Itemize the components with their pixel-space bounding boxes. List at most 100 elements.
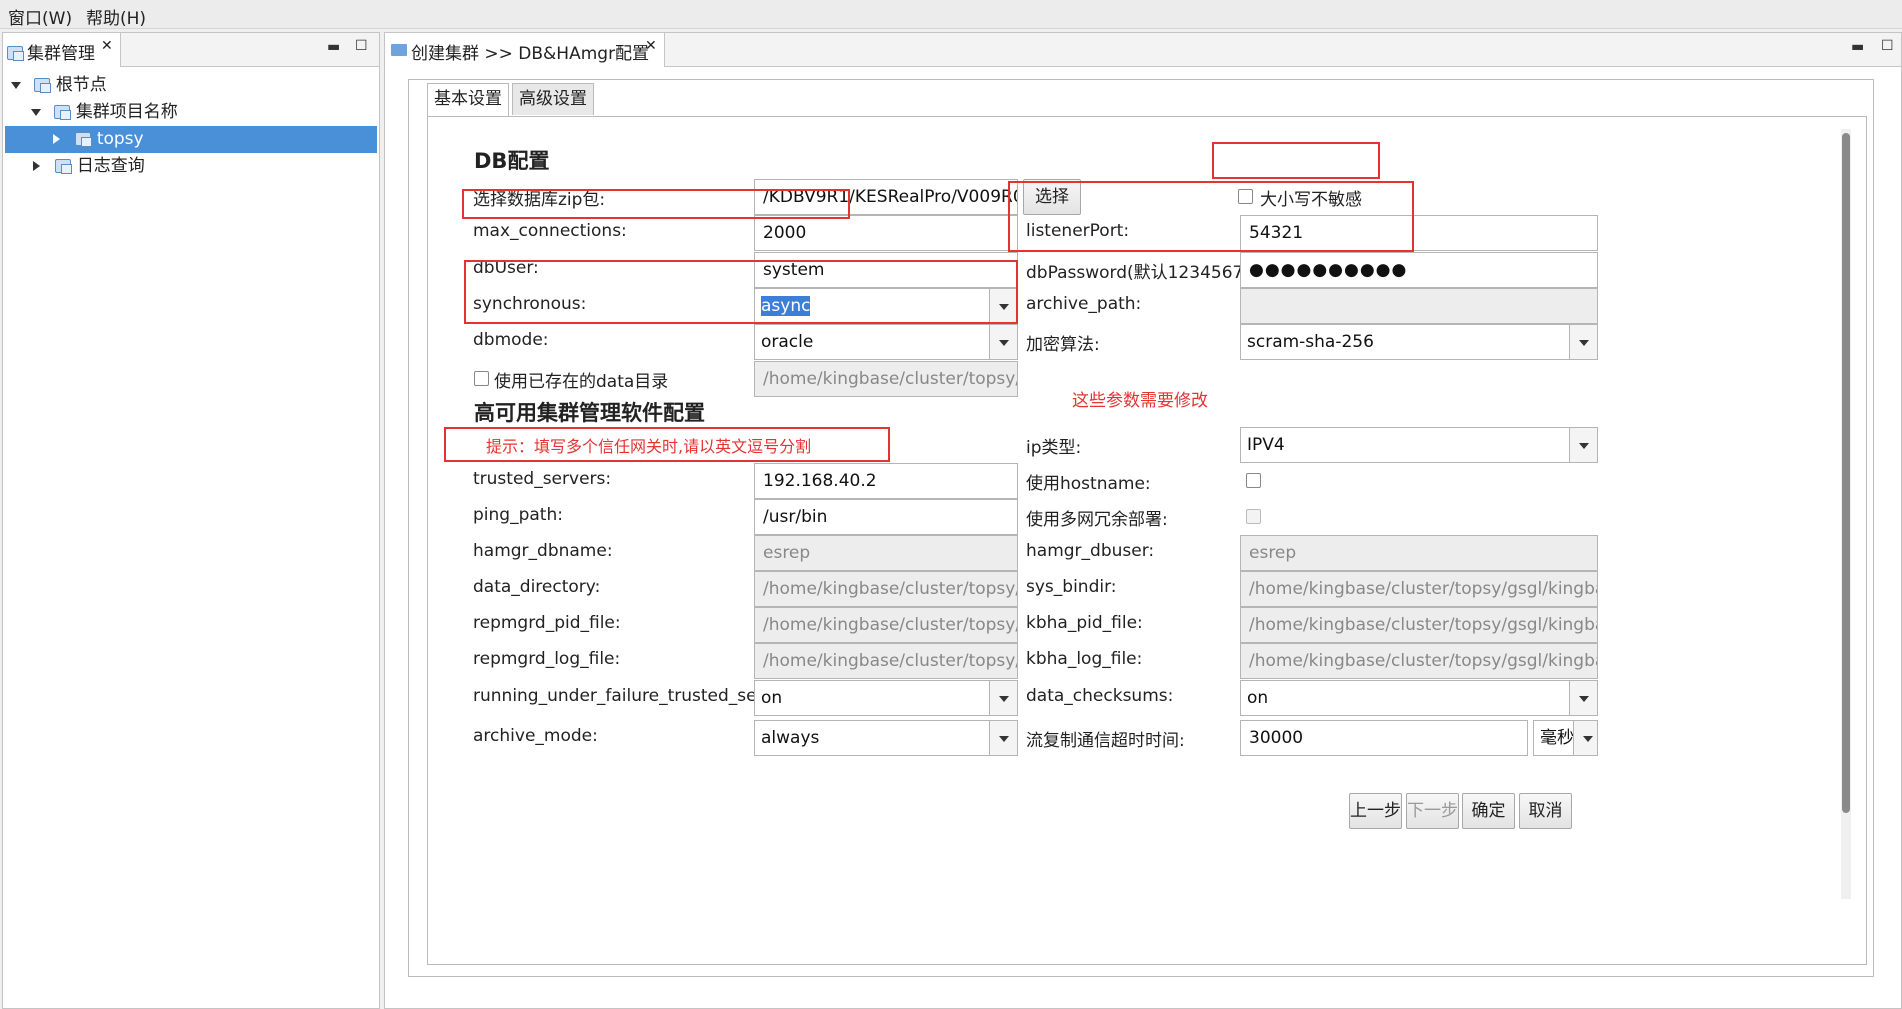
trusted-servers-field[interactable]: 192.168.40.2 <box>754 463 1018 499</box>
trusted-servers-label: trusted_servers: <box>473 469 612 489</box>
db-section-title: DB配置 <box>474 149 550 173</box>
tree-item-project[interactable]: 集群项目名称 <box>5 99 377 126</box>
ping-path-field[interactable]: /usr/bin <box>754 499 1018 535</box>
cancel-button[interactable]: 取消 <box>1519 793 1572 829</box>
multi-net-checkbox[interactable] <box>1246 509 1261 524</box>
maximize-icon[interactable]: ☐ <box>1881 38 1894 54</box>
cluster-management-panel: 集群管理 ✕ ▬ ☐ 根节点 集群项目名称 topsy 日志查询 <box>2 32 380 1009</box>
multi-net-label: 使用多网冗余部署: <box>1026 510 1168 530</box>
left-panel-tabbar: 集群管理 ✕ ▬ ☐ <box>3 33 379 67</box>
repmgrd-pid-label: repmgrd_pid_file: <box>473 613 621 633</box>
stream-timeout-unit-value: 毫秒 <box>1540 728 1574 748</box>
dbmode-value: oracle <box>761 332 814 352</box>
folder-icon <box>391 44 407 56</box>
ip-type-combo[interactable]: IPV4 <box>1240 427 1598 463</box>
hamgr-dbuser-field[interactable]: esrep <box>1240 535 1598 571</box>
next-button[interactable]: 下一步 <box>1406 793 1459 829</box>
running-under-combo[interactable]: on <box>754 680 1018 716</box>
chevron-down-icon[interactable] <box>989 325 1017 359</box>
use-hostname-label: 使用hostname: <box>1026 474 1151 494</box>
tree-item-log-query-label: 日志查询 <box>76 156 145 176</box>
tab-db-hamgr-config[interactable]: 创建集群 >> DB&HAmgr配置 ✕ <box>385 33 665 67</box>
tab-cluster-management[interactable]: 集群管理 ✕ <box>3 33 121 67</box>
data-directory-field[interactable]: /home/kingbase/cluster/topsy/gsgl/ <box>754 571 1018 607</box>
menu-window[interactable]: 窗口(W) <box>8 4 72 29</box>
archive-mode-label: archive_mode: <box>473 726 598 746</box>
config-editor-panel: 创建集群 >> DB&HAmgr配置 ✕ ▬ ☐ 基本设置 高级设置 DB配置 … <box>384 32 1902 1009</box>
checksums-value: on <box>1247 688 1269 708</box>
stream-timeout-label: 流复制通信超时时间: <box>1026 731 1185 751</box>
minimize-icon[interactable]: ▬ <box>327 39 340 55</box>
existing-data-dir-field[interactable]: /home/kingbase/cluster/topsy/gsgl/ <box>754 361 1018 397</box>
close-icon[interactable]: ✕ <box>645 38 657 54</box>
use-existing-data-label: 使用已存在的data目录 <box>494 372 669 392</box>
highlight-sync-dbmode <box>464 260 1018 324</box>
kbha-log-label: kbha_log_file: <box>1026 649 1143 669</box>
dbmode-combo[interactable]: oracle <box>754 324 1018 360</box>
tab-advanced-settings[interactable]: 高级设置 <box>512 83 594 115</box>
highlight-max-connections <box>462 189 850 219</box>
repmgrd-log-label: repmgrd_log_file: <box>473 649 621 669</box>
node-icon <box>54 105 72 120</box>
max-connections-label: max_connections: <box>473 221 627 241</box>
expand-icon[interactable] <box>31 108 41 116</box>
repmgrd-log-field[interactable]: /home/kingbase/cluster/topsy/gsgl/ <box>754 643 1018 679</box>
expand-icon[interactable] <box>11 81 21 89</box>
tree-item-root[interactable]: 根节点 <box>5 72 377 99</box>
tab-basic-settings[interactable]: 基本设置 <box>427 83 509 117</box>
kbha-pid-field[interactable]: /home/kingbase/cluster/topsy/gsgl/kingba… <box>1240 607 1598 643</box>
dbpassword-field[interactable]: ●●●●●●●●●● <box>1240 252 1598 288</box>
ok-button[interactable]: 确定 <box>1462 793 1515 829</box>
kbha-pid-label: kbha_pid_file: <box>1026 613 1143 633</box>
chevron-down-icon[interactable] <box>989 721 1017 755</box>
checksums-combo[interactable]: on <box>1240 680 1598 716</box>
kbha-log-field[interactable]: /home/kingbase/cluster/topsy/gsgl/kingba… <box>1240 643 1598 679</box>
tree-item-project-label: 集群项目名称 <box>75 102 178 122</box>
chevron-down-icon[interactable] <box>989 681 1017 715</box>
tab-db-hamgr-config-label: 创建集群 >> DB&HAmgr配置 <box>411 44 650 64</box>
archive-path-label: archive_path: <box>1026 294 1142 314</box>
tree-item-root-label: 根节点 <box>55 75 107 95</box>
chevron-down-icon[interactable] <box>1569 681 1597 715</box>
chevron-down-icon[interactable] <box>1573 721 1597 755</box>
use-existing-data-checkbox[interactable] <box>474 371 489 386</box>
encrypt-value: scram-sha-256 <box>1247 332 1374 352</box>
cluster-icon <box>7 46 24 61</box>
running-under-value: on <box>761 688 783 708</box>
archive-mode-combo[interactable]: always <box>754 720 1018 756</box>
basic-settings-content: DB配置 选择数据库zip包: /KDBV9R1/KESRealPro/V009… <box>427 116 1867 965</box>
archive-path-field[interactable] <box>1240 288 1598 324</box>
node-icon <box>55 159 73 174</box>
stream-timeout-field[interactable]: 30000 <box>1240 720 1528 756</box>
close-icon[interactable]: ✕ <box>101 38 113 54</box>
tree-item-topsy[interactable]: topsy <box>5 126 377 153</box>
sys-bindir-field[interactable]: /home/kingbase/cluster/topsy/gsgl/kingba… <box>1240 571 1598 607</box>
stream-timeout-unit-combo[interactable]: 毫秒 <box>1533 720 1598 756</box>
tree-item-log-query[interactable]: 日志查询 <box>5 153 377 180</box>
tree-item-topsy-label: topsy <box>96 129 144 149</box>
repmgrd-pid-field[interactable]: /home/kingbase/cluster/topsy/gsgl/ <box>754 607 1018 643</box>
minimize-icon[interactable]: ▬ <box>1851 39 1864 55</box>
node-icon <box>34 78 52 93</box>
encrypt-combo[interactable]: scram-sha-256 <box>1240 324 1598 360</box>
highlight-port-password <box>1008 181 1414 252</box>
editor-tabbar: 创建集群 >> DB&HAmgr配置 ✕ ▬ ☐ <box>385 33 1901 67</box>
use-hostname-checkbox[interactable] <box>1246 473 1261 488</box>
hamgr-dbname-field[interactable]: esrep <box>754 535 1018 571</box>
sys-bindir-label: sys_bindir: <box>1026 577 1117 597</box>
menu-bar: 窗口(W) 帮助(H) <box>0 0 1902 29</box>
hamgr-dbname-label: hamgr_dbname: <box>473 541 613 561</box>
ha-section-title: 高可用集群管理软件配置 <box>474 401 705 425</box>
collapse-icon[interactable] <box>53 134 60 144</box>
scrollbar-thumb[interactable] <box>1842 133 1850 813</box>
collapse-icon[interactable] <box>33 161 40 171</box>
highlight-case-insensitive <box>1212 142 1380 179</box>
chevron-down-icon[interactable] <box>1569 428 1597 462</box>
chevron-down-icon[interactable] <box>1569 325 1597 359</box>
maximize-icon[interactable]: ☐ <box>355 38 368 54</box>
archive-mode-value: always <box>761 728 820 748</box>
hamgr-dbuser-label: hamgr_dbuser: <box>1026 541 1155 561</box>
prev-button[interactable]: 上一步 <box>1349 793 1402 829</box>
menu-help[interactable]: 帮助(H) <box>86 4 146 29</box>
max-connections-field[interactable]: 2000 <box>754 215 1018 251</box>
